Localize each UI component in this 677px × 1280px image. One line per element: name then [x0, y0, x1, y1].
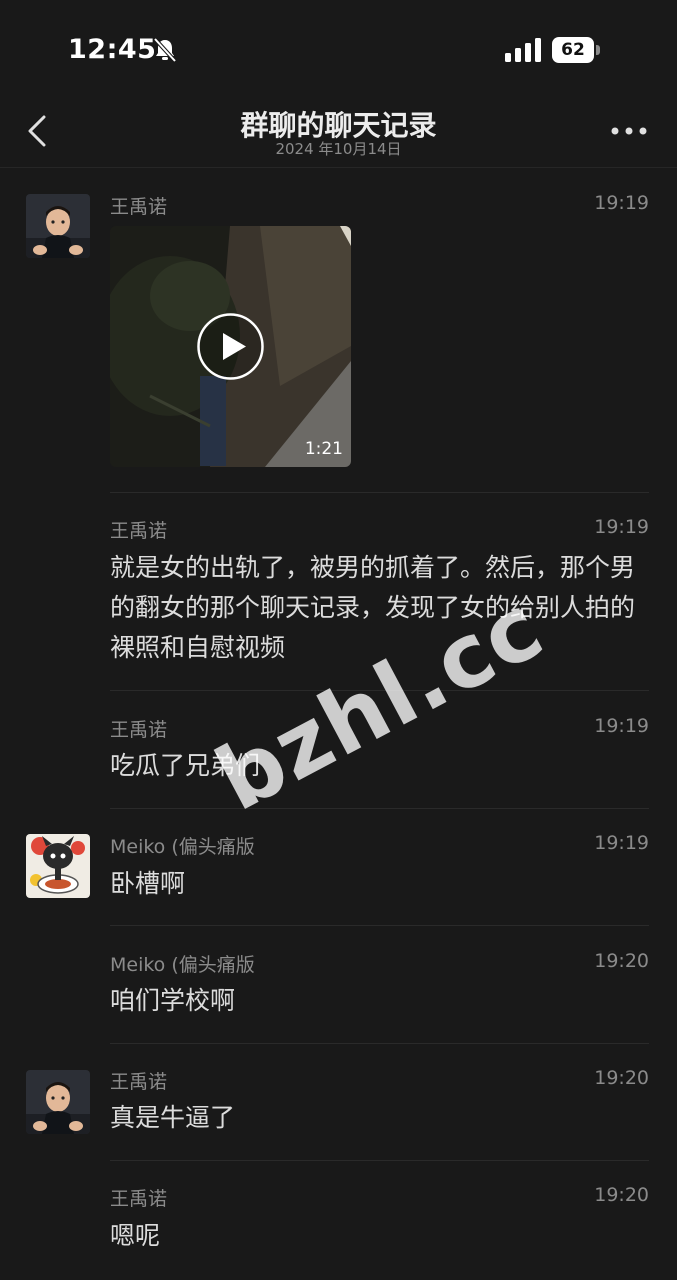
- more-icon[interactable]: [610, 126, 648, 136]
- divider: [110, 492, 649, 493]
- message-time: 19:20: [594, 1067, 649, 1089]
- bell-slash-icon: [153, 37, 177, 63]
- battery-cap: [596, 45, 600, 55]
- divider: [110, 690, 649, 691]
- sender-name: 王禹诺: [110, 719, 168, 741]
- message-text: 真是牛逼了: [110, 1103, 236, 1132]
- sender-name: Meiko (偏头痛版: [110, 954, 255, 976]
- cartoon-avatar-icon: [26, 834, 90, 898]
- message-time: 19:20: [594, 1184, 649, 1206]
- sender-name: 王禹诺: [110, 196, 168, 218]
- video-duration: 1:21: [304, 439, 343, 459]
- message-time: 19:19: [594, 832, 649, 854]
- message-text: 咱们学校啊: [110, 986, 236, 1015]
- message-text: 就是女的出轨了，被男的抓着了。然后，那个男的翻女的那个聊天记录，发现了女的给别人…: [110, 553, 636, 662]
- sender-name: 王禹诺: [110, 520, 168, 542]
- boy-avatar-icon: [26, 1070, 90, 1134]
- sender-name: 王禹诺: [110, 1188, 168, 1210]
- message-time: 19:20: [594, 950, 649, 972]
- message-text: 卧槽啊: [110, 869, 186, 898]
- sender-name: Meiko (偏头痛版: [110, 836, 255, 858]
- status-bar: 12:45 62: [0, 0, 677, 96]
- video-message[interactable]: 1:21: [110, 226, 351, 467]
- divider: [110, 925, 649, 926]
- divider: [110, 808, 649, 809]
- message-time: 19:19: [594, 715, 649, 737]
- battery-level: 62: [552, 37, 594, 63]
- play-icon[interactable]: [196, 312, 265, 381]
- signal-icon: [505, 38, 541, 62]
- avatar-wang[interactable]: [26, 1070, 90, 1134]
- divider: [110, 1043, 649, 1044]
- message-time: 19:19: [594, 516, 649, 538]
- status-time: 12:45: [68, 34, 157, 65]
- battery-icon: 62: [552, 37, 600, 63]
- message-text: 嗯呢: [110, 1221, 161, 1250]
- boy-avatar-icon: [26, 194, 90, 258]
- avatar-wang[interactable]: [26, 194, 90, 258]
- message-text: 吃瓜了兄弟们: [110, 751, 261, 780]
- sender-name: 王禹诺: [110, 1071, 168, 1093]
- divider: [110, 1160, 649, 1161]
- avatar-meiko[interactable]: [26, 834, 90, 898]
- nav-bar: 群聊的聊天记录 2024 年10月14日: [0, 96, 677, 168]
- page-subtitle-date: 2024 年10月14日: [275, 140, 402, 158]
- message-time: 19:19: [594, 192, 649, 214]
